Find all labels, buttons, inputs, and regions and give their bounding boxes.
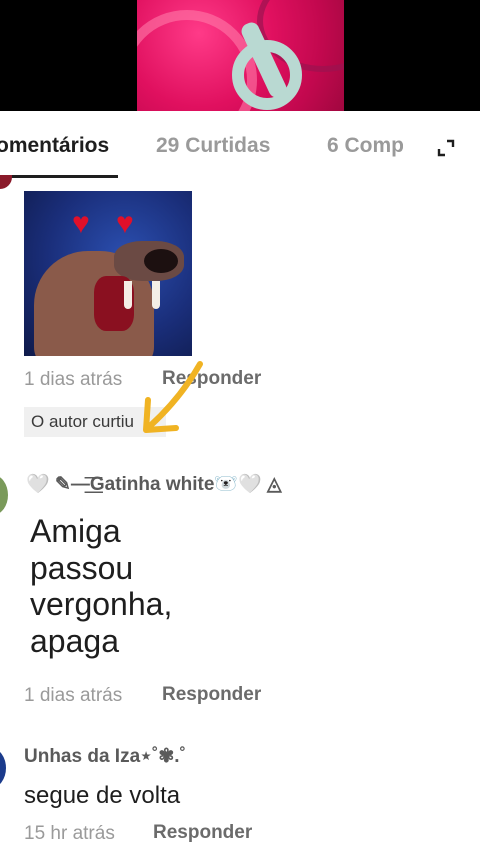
sticker-fang xyxy=(152,281,160,309)
avatar[interactable] xyxy=(0,175,12,189)
comment-username[interactable]: 🤍 ✎—͟͞Gatinha white🐻‍❄️🤍 ◬ xyxy=(26,472,282,496)
comment-text: segue de volta xyxy=(24,782,181,809)
sticker-fang xyxy=(124,281,132,309)
comment-sticker[interactable]: ♥ ♥ xyxy=(24,191,192,356)
heart-eye-icon: ♥ xyxy=(116,207,134,240)
active-tab-indicator xyxy=(0,175,118,178)
reply-button[interactable]: Responder xyxy=(153,822,252,844)
comment-time: 15 hr atrás xyxy=(24,823,115,844)
comment-tabs: omentários 29 Curtidas 6 Compartilhament… xyxy=(0,111,480,179)
comment-time: 1 dias atrás xyxy=(24,369,123,390)
tab-likes[interactable]: 29 Curtidas xyxy=(156,134,270,158)
arrow-annotation-icon xyxy=(143,361,203,433)
heart-eye-icon: ♥ xyxy=(72,207,90,240)
comment-text: Amiga passou vergonha, apaga xyxy=(30,513,173,659)
video-preview[interactable] xyxy=(0,0,480,111)
comment-username[interactable]: Unhas da Iza⋆˚✾.˚ xyxy=(24,745,186,768)
avatar[interactable] xyxy=(0,475,8,515)
comment-time: 1 dias atrás xyxy=(24,685,123,706)
tab-shares[interactable]: 6 Compartilhamentos xyxy=(327,134,403,158)
expand-icon[interactable] xyxy=(436,138,456,158)
tab-comments[interactable]: omentários xyxy=(0,134,109,158)
video-thumbnail[interactable] xyxy=(137,0,344,111)
sticker-nose xyxy=(144,249,178,273)
avatar[interactable] xyxy=(0,748,6,788)
reply-button[interactable]: Responder xyxy=(162,684,261,706)
